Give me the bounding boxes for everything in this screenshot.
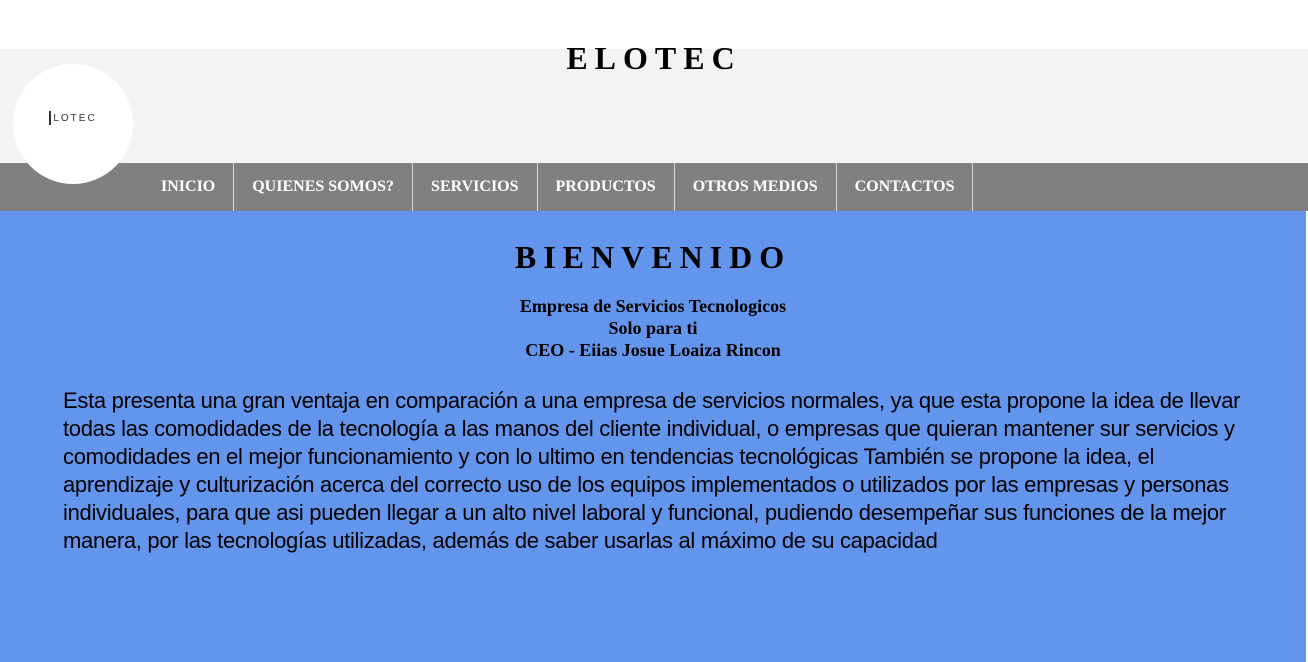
tagline-company: Empresa de Servicios Tecnologicos: [519, 296, 787, 316]
nav-item-servicios[interactable]: SERVICIOS: [413, 163, 538, 211]
welcome-heading: BIENVENIDO: [514, 239, 792, 275]
logo-bar-icon: [49, 111, 52, 125]
tagline-ceo: CEO - Eiias Josue Loaiza Rincon: [525, 340, 781, 360]
tagline-slogan: Solo para ti: [608, 318, 698, 338]
main-nav: INICIO QUIENES SOMOS? SERVICIOS PRODUCTO…: [0, 163, 1308, 211]
site-title: ELOTEC: [566, 40, 742, 76]
nav-item-quienes-somos[interactable]: QUIENES SOMOS?: [234, 163, 414, 211]
nav-item-contactos[interactable]: CONTACTOS: [837, 163, 974, 211]
tagline: Empresa de Servicios Tecnologicos Solo p…: [0, 295, 1306, 361]
logo-mark: LOTEC: [49, 111, 96, 125]
description-paragraph: Esta presenta una gran ventaja en compar…: [63, 388, 1241, 553]
nav-item-otros-medios[interactable]: OTROS MEDIOS: [675, 163, 837, 211]
logo-text: LOTEC: [53, 112, 97, 124]
nav-item-inicio[interactable]: INICIO: [143, 163, 235, 211]
logo[interactable]: LOTEC: [13, 64, 133, 184]
nav-item-productos[interactable]: PRODUCTOS: [538, 163, 675, 211]
nav-list: INICIO QUIENES SOMOS? SERVICIOS PRODUCTO…: [143, 163, 974, 211]
main-content: BIENVENIDO Empresa de Servicios Tecnolog…: [0, 211, 1306, 662]
